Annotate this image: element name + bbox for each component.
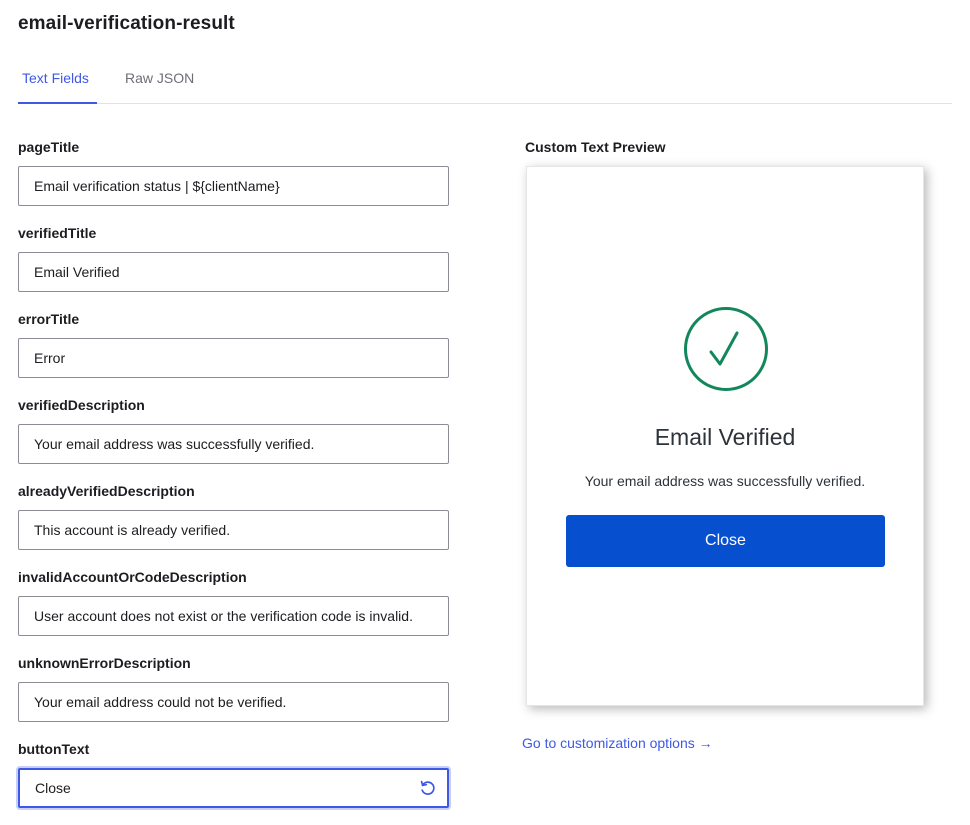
already-verified-description-input[interactable] — [18, 510, 449, 550]
preview-close-button[interactable]: Close — [566, 515, 885, 567]
button-text-label: buttonText — [18, 741, 90, 757]
error-title-label: errorTitle — [18, 311, 80, 327]
page-title-input[interactable] — [18, 166, 449, 206]
unknown-error-description-input[interactable] — [18, 682, 449, 722]
preview-card: Email Verified Your email address was su… — [526, 166, 924, 706]
page-title-label: pageTitle — [18, 139, 80, 155]
page-title: email-verification-result — [18, 13, 235, 34]
verified-title-input[interactable] — [18, 252, 449, 292]
customization-options-link[interactable]: Go to customization options → — [522, 735, 713, 751]
already-verified-description-label: alreadyVerifiedDescription — [18, 483, 195, 499]
preview-title: Email Verified — [654, 424, 796, 450]
unknown-error-description-label: unknownErrorDescription — [18, 655, 191, 671]
page: email-verification-result Text Fields Ra… — [0, 0, 970, 825]
tab-raw-json[interactable]: Raw JSON — [125, 70, 205, 104]
verified-description-label: verifiedDescription — [18, 397, 145, 413]
preview-description: Your email address was successfully veri… — [584, 473, 866, 489]
verified-description-input[interactable] — [18, 424, 449, 464]
reset-icon[interactable] — [418, 778, 438, 798]
invalid-account-description-label: invalidAccountOrCodeDescription — [18, 569, 247, 585]
button-text-input[interactable] — [18, 768, 449, 808]
invalid-account-description-input[interactable] — [18, 596, 449, 636]
tab-bar: Text Fields Raw JSON — [18, 58, 952, 104]
check-circle-icon — [683, 306, 769, 392]
error-title-input[interactable] — [18, 338, 449, 378]
verified-title-label: verifiedTitle — [18, 225, 97, 241]
tab-text-fields[interactable]: Text Fields — [18, 70, 97, 104]
preview-label: Custom Text Preview — [525, 139, 666, 155]
